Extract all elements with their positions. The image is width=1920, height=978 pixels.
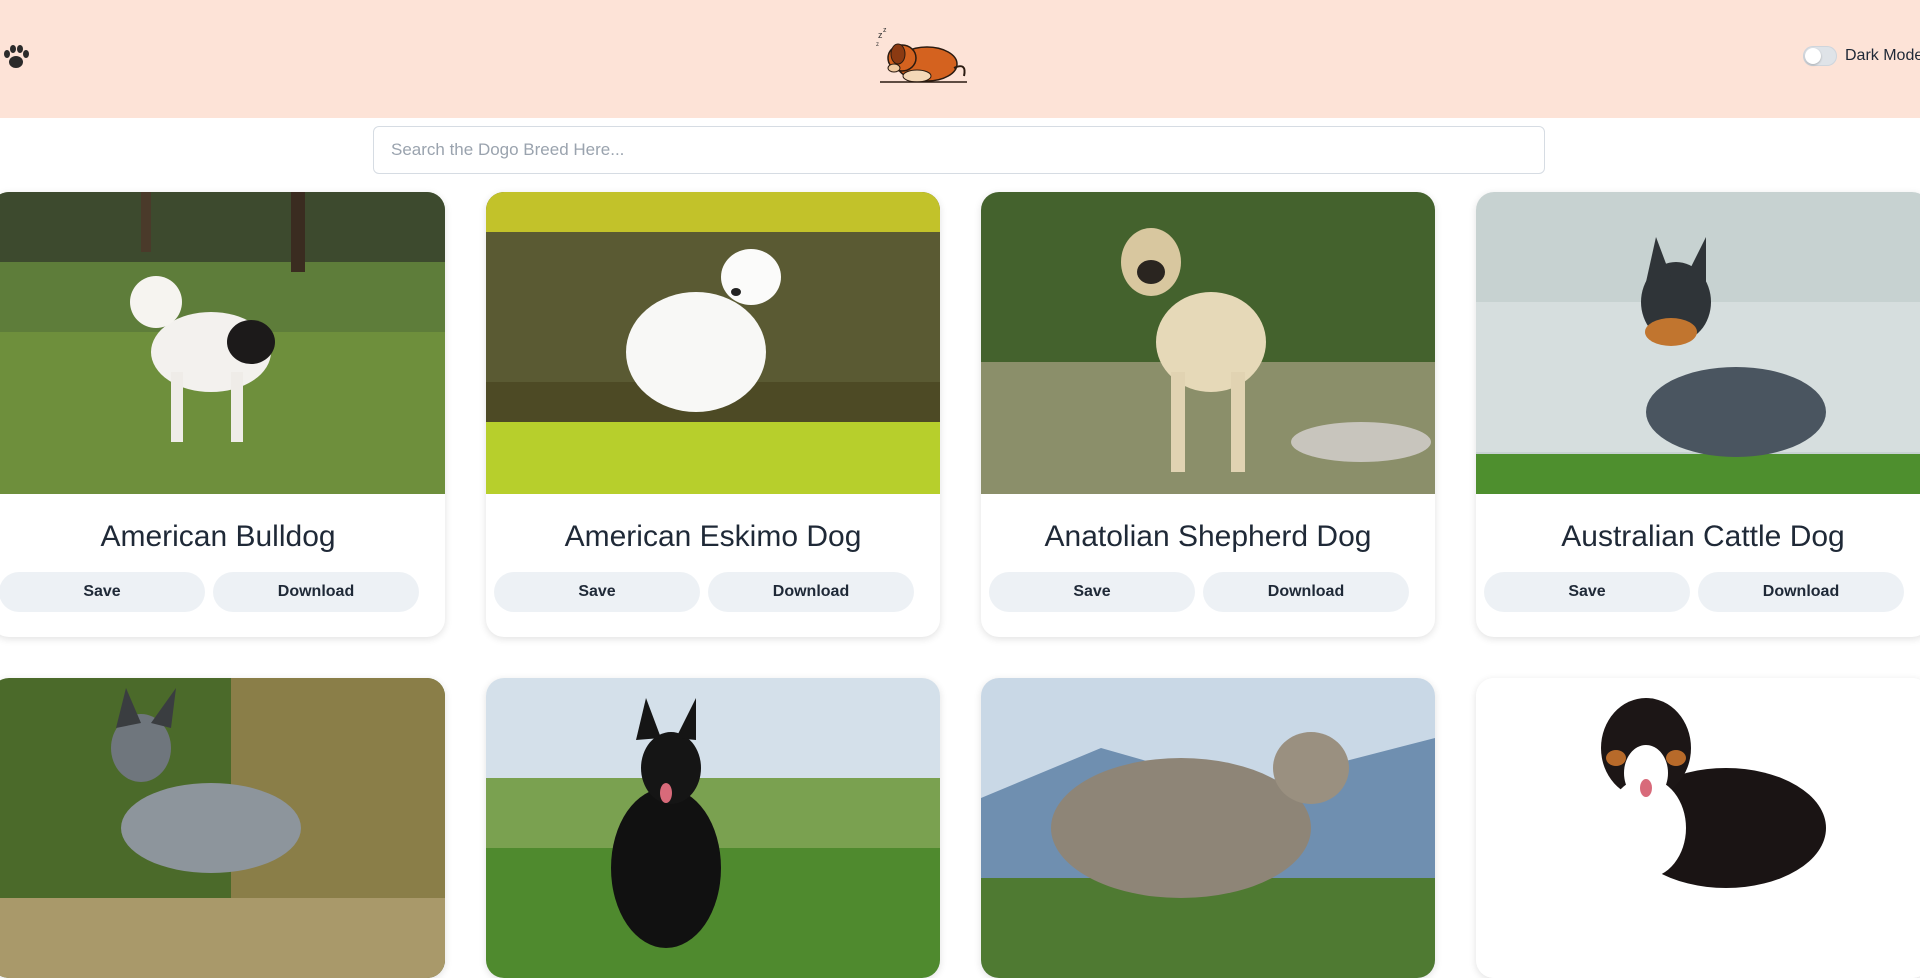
sleeping-dog-logo[interactable]: z z z: [872, 24, 972, 92]
breed-title: American Bulldog: [100, 520, 336, 553]
save-button[interactable]: Save: [989, 572, 1195, 612]
breed-card: [0, 678, 445, 978]
breed-card: American Eskimo Dog Save Download: [486, 192, 940, 637]
top-header: z z z Dark Mode: [0, 0, 1920, 118]
paw-icon[interactable]: [0, 41, 32, 73]
dog-photo: [1476, 678, 1920, 978]
download-button[interactable]: Download: [1203, 572, 1409, 612]
dark-mode-label: Dark Mode: [1845, 47, 1920, 64]
save-button[interactable]: Save: [494, 572, 700, 612]
dog-photo: [0, 192, 445, 494]
breed-card: [486, 678, 940, 978]
dog-photo: [1476, 192, 1920, 494]
dark-mode-toggle[interactable]: [1803, 46, 1837, 66]
dog-photo: [0, 678, 445, 978]
download-button[interactable]: Download: [1698, 572, 1904, 612]
breed-card: [981, 678, 1435, 978]
svg-text:z: z: [883, 27, 887, 34]
breed-title: Australian Cattle Dog: [1561, 520, 1845, 553]
breed-card: American Bulldog Save Download: [0, 192, 445, 637]
dark-mode-toggle-group: Dark Mode: [1803, 46, 1920, 66]
toggle-knob: [1805, 48, 1821, 64]
svg-text:z: z: [876, 42, 879, 48]
save-button[interactable]: Save: [1484, 572, 1690, 612]
dog-photo: [981, 192, 1435, 494]
download-button[interactable]: Download: [213, 572, 419, 612]
breed-card: Australian Cattle Dog Save Download: [1476, 192, 1920, 637]
download-button[interactable]: Download: [708, 572, 914, 612]
breed-search-input[interactable]: [373, 126, 1545, 174]
dog-photo: [486, 678, 940, 978]
breed-title: Anatolian Shepherd Dog: [1044, 520, 1372, 553]
breed-card: [1476, 678, 1920, 978]
dog-photo: [486, 192, 940, 494]
save-button[interactable]: Save: [0, 572, 205, 612]
dog-photo: [981, 678, 1435, 978]
breed-card: Anatolian Shepherd Dog Save Download: [981, 192, 1435, 637]
breed-title: American Eskimo Dog: [564, 520, 862, 553]
